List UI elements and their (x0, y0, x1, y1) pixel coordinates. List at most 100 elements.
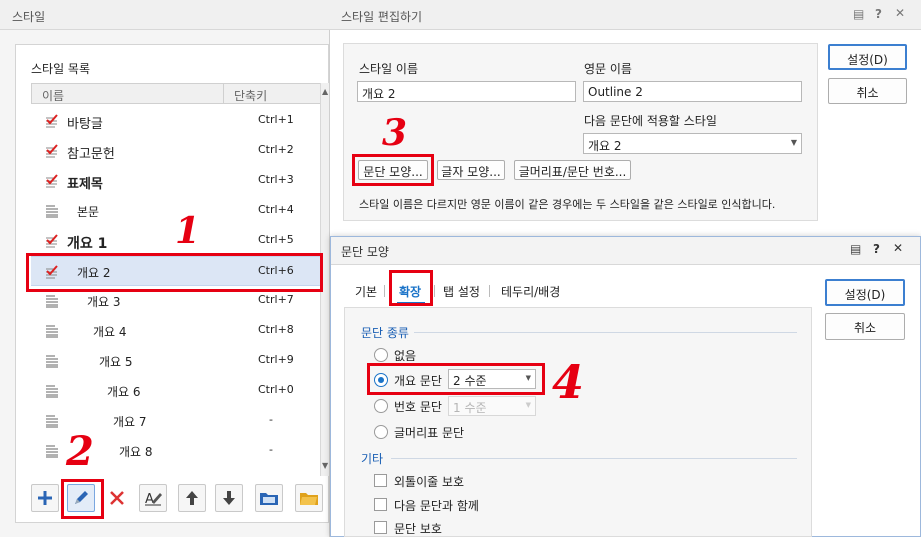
help-icon[interactable]: ? (873, 242, 880, 256)
style-list-item[interactable]: 개요 7 - (31, 406, 320, 436)
edit-style-button[interactable] (67, 484, 95, 512)
style-list-item[interactable]: 개요 8 - (31, 436, 320, 466)
add-style-button[interactable] (31, 484, 59, 512)
paragraph-icon (45, 324, 59, 338)
style-item-shortcut: Ctrl+1 (258, 113, 294, 126)
para-ok-button[interactable]: 설정(D) (825, 279, 905, 306)
style-list-item[interactable]: 참고문헌 Ctrl+2 (31, 136, 320, 166)
edit-cancel-button[interactable]: 취소 (828, 78, 907, 104)
number-level-select[interactable]: 1 수준 ▼ (448, 396, 536, 416)
col-name-header[interactable]: 이름 (42, 87, 64, 104)
style-list-item[interactable]: 개요 3 Ctrl+7 (31, 286, 320, 316)
style-list-item[interactable]: 바탕글 Ctrl+1 (31, 106, 320, 136)
export-styles-button[interactable] (295, 484, 323, 512)
tab-sep (384, 285, 385, 297)
edit-dialog-titlebar: 스타일 편집하기 ▤ ? ✕ (329, 0, 921, 30)
paragraph-icon (45, 294, 59, 308)
style-item-shortcut: Ctrl+0 (258, 383, 294, 396)
style-list-header: 이름 단축키 (31, 83, 321, 104)
next-style-value: 개요 2 (588, 139, 622, 153)
paragraph-icon (45, 414, 59, 428)
chevron-down-icon: ▼ (525, 374, 531, 382)
style-item-name: 바탕글 (67, 117, 103, 132)
col-shortcut-header[interactable]: 단축키 (234, 87, 267, 104)
checkbox-widow[interactable] (374, 474, 387, 487)
style-window-titlebar: 스타일 (0, 0, 329, 30)
checkbox-protect[interactable] (374, 521, 387, 534)
style-item-shortcut: - (269, 443, 273, 456)
tab-border-background[interactable]: 테두리/배경 (501, 283, 560, 300)
checked-doc-icon (45, 234, 59, 248)
style-list-title: 스타일 목록 (31, 62, 91, 76)
radio-number-label: 번호 문단 (394, 400, 442, 414)
scroll-down-arrow-icon[interactable]: ▼ (322, 461, 328, 470)
style-item-shortcut: Ctrl+4 (258, 203, 294, 216)
radio-outline-label: 개요 문단 (394, 374, 442, 388)
close-icon[interactable]: ✕ (893, 241, 903, 255)
tab-sep (489, 285, 490, 297)
style-item-name: 개요 5 (99, 355, 133, 369)
help-doc-icon[interactable]: ▤ (850, 242, 861, 256)
tab-tab-settings[interactable]: 탭 설정 (443, 283, 480, 300)
tab-sep (434, 285, 435, 297)
radio-outline[interactable] (374, 373, 388, 387)
radio-bullet-label: 글머리표 문단 (394, 426, 465, 440)
para-cancel-button[interactable]: 취소 (825, 313, 905, 340)
style-list-item[interactable]: 개요 5 Ctrl+9 (31, 346, 320, 376)
style-item-shortcut: Ctrl+8 (258, 323, 294, 336)
help-doc-icon[interactable]: ▤ (853, 7, 864, 21)
radio-none[interactable] (374, 348, 388, 362)
style-item-shortcut: Ctrl+2 (258, 143, 294, 156)
style-list-item[interactable]: 개요 6 Ctrl+0 (31, 376, 320, 406)
paragraph-shape-button[interactable]: 문단 모양... (358, 160, 428, 180)
style-list-item[interactable]: 표제목 Ctrl+3 (31, 166, 320, 196)
section-rule (391, 458, 797, 459)
section-other: 기타 (361, 452, 384, 466)
outline-level-select[interactable]: 2 수준 ▼ (448, 369, 536, 389)
english-name-input[interactable]: Outline 2 (583, 81, 802, 102)
next-style-select[interactable]: 개요 2 ▼ (583, 133, 802, 154)
move-up-button[interactable] (178, 484, 206, 512)
col-divider (223, 84, 224, 103)
checkbox-widow-label: 외톨이줄 보호 (394, 475, 465, 489)
style-item-name: 표제목 (67, 177, 103, 192)
style-list-item[interactable]: 개요 4 Ctrl+8 (31, 316, 320, 346)
checked-doc-icon (45, 174, 59, 188)
edit-char-style-button[interactable]: A (139, 484, 167, 512)
checked-doc-icon (45, 265, 59, 279)
move-down-button[interactable] (215, 484, 243, 512)
tab-basic[interactable]: 기본 (355, 283, 377, 300)
scroll-up-arrow-icon[interactable]: ▲ (322, 87, 328, 96)
help-icon[interactable]: ? (875, 7, 882, 21)
style-list-item[interactable]: 개요 1 Ctrl+5 (31, 226, 320, 256)
next-style-label: 다음 문단에 적용할 스타일 (584, 114, 717, 128)
radio-number[interactable] (374, 399, 388, 413)
number-level-value: 1 수준 (453, 401, 487, 415)
radio-bullet[interactable] (374, 425, 388, 439)
active-tab-underline (397, 302, 425, 304)
paragraph-icon (45, 384, 59, 398)
chevron-down-icon: ▼ (790, 138, 797, 147)
import-styles-button[interactable] (255, 484, 283, 512)
style-window-title: 스타일 (12, 10, 46, 24)
checkbox-keep-next[interactable] (374, 498, 387, 511)
tab-extended[interactable]: 확장 (399, 283, 421, 300)
close-icon[interactable]: ✕ (895, 6, 905, 20)
style-list-item[interactable]: 개요 2 Ctrl+6 (31, 256, 320, 286)
style-item-shortcut: - (269, 413, 273, 426)
style-item-name: 개요 2 (77, 266, 111, 280)
checkbox-keep-next-label: 다음 문단과 함께 (394, 499, 479, 513)
style-item-name: 개요 6 (107, 385, 141, 399)
bullet-number-button[interactable]: 글머리표/문단 번호... (514, 160, 631, 180)
style-item-name: 개요 8 (119, 445, 153, 459)
edit-ok-button[interactable]: 설정(D) (828, 44, 907, 70)
style-item-name: 개요 4 (93, 325, 127, 339)
delete-style-button[interactable] (103, 484, 131, 512)
checked-doc-icon (45, 114, 59, 128)
char-shape-button[interactable]: 글자 모양... (437, 160, 505, 180)
style-list-item[interactable]: 본문 Ctrl+4 (31, 196, 320, 226)
outline-level-value: 2 수준 (453, 374, 487, 388)
paragraph-icon (45, 354, 59, 368)
style-name-input[interactable]: 개요 2 (357, 81, 576, 102)
style-item-name: 본문 (77, 205, 100, 219)
